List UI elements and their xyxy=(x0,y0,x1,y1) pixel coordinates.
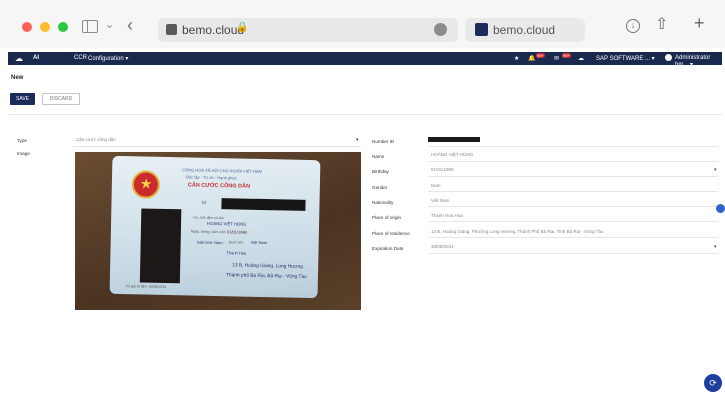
app-name: AI xyxy=(33,55,39,61)
place-of-origin-underline xyxy=(428,221,718,222)
share-icon[interactable]: ⇧ xyxy=(655,14,668,34)
cloud-icon[interactable]: ☁ xyxy=(578,55,584,62)
gender-label: Gender xyxy=(372,185,388,190)
name-field[interactable]: HOÀNG VIỆT HÙNG xyxy=(431,152,473,157)
id-card: CỘNG HOÀ XÃ HỘI CHỦ NGHĨA VIỆT NAM Độc l… xyxy=(109,155,321,299)
card-title: CĂN CƯỚC CÔNG DÂN xyxy=(187,182,251,190)
birthday-underline xyxy=(428,176,718,177)
card-id-label: Số xyxy=(201,199,207,205)
notification-badge: 99+ xyxy=(536,53,545,58)
gender-field[interactable]: Nam xyxy=(431,183,441,188)
plus-icon[interactable]: + xyxy=(694,13,705,34)
place-of-residence-field[interactable]: 13 B, Hoàng Giang, Phường Long Hương, Th… xyxy=(431,229,604,234)
place-of-origin-field[interactable]: Thanh Hóa Hoa xyxy=(431,213,463,218)
type-label: Type xyxy=(17,138,27,143)
number-id-label: Number ID xyxy=(372,139,395,144)
name-underline xyxy=(428,161,718,162)
card-id-redacted xyxy=(221,198,306,211)
expiration-date-underline xyxy=(428,253,718,254)
card-photo-redacted xyxy=(139,208,182,284)
address-bar[interactable]: bemo.cloud 🔒 xyxy=(158,18,458,42)
nationality-field[interactable]: Việt Nam xyxy=(431,198,449,203)
favorite-icon[interactable]: ★ xyxy=(514,55,519,62)
card-residence-1: 13 B, Hoàng Giang, Long Hương xyxy=(232,263,303,270)
site-favicon-icon xyxy=(166,24,177,35)
notification-icon[interactable]: 🔔 xyxy=(528,55,535,62)
app-shell-bar: ☁ AI CCR Configuration ▾ ★ 🔔 99+ ✉ 99+ ☁… xyxy=(8,52,722,68)
nationality-label: Nationality xyxy=(372,200,394,205)
browser-toolbar: ⌄ ‹ bemo.cloud 🔒 bemo.cloud ↓ ⇧ + xyxy=(0,0,725,48)
type-select-underline xyxy=(73,146,361,147)
card-nationality: Việt Nam xyxy=(250,239,268,246)
image-label: Image xyxy=(17,151,30,156)
shell-ccr[interactable]: CCR xyxy=(74,55,87,61)
number-id-redacted xyxy=(428,137,480,142)
number-id-underline xyxy=(428,146,718,147)
card-sex: Giới tính: Nam xyxy=(196,239,223,246)
place-of-origin-label: Place of origin xyxy=(372,215,402,220)
message-icon[interactable]: ✉ xyxy=(554,55,559,62)
page-root: ⌄ ‹ bemo.cloud 🔒 bemo.cloud ↓ ⇧ + ☁ AI C… xyxy=(0,0,725,403)
assistant-fab-button[interactable]: ⟳ xyxy=(704,374,722,392)
close-window-button[interactable] xyxy=(22,22,32,32)
type-select[interactable]: Căn cước công dân xyxy=(76,137,116,142)
company-selector[interactable]: SAP SOFTWARE ... ▾ xyxy=(596,55,655,62)
card-header-2: Độc lập - Tự do - Hạnh phúc xyxy=(185,174,237,181)
gender-underline xyxy=(428,191,718,192)
expiration-date-field[interactable]: 30/09/2034 xyxy=(431,244,454,249)
card-footer: Có giá trị đến: 30/09/2034 xyxy=(125,284,167,289)
page-menu-icon[interactable] xyxy=(434,23,447,36)
place-of-residence-label: Place of residence xyxy=(372,231,410,236)
national-emblem-icon xyxy=(131,170,161,199)
minimize-window-button[interactable] xyxy=(40,22,50,32)
type-dropdown-icon[interactable]: ▾ xyxy=(356,137,359,143)
user-avatar[interactable] xyxy=(665,54,672,61)
url-text: bemo.cloud xyxy=(182,23,245,37)
id-card-image[interactable]: CỘNG HOÀ XÃ HỘI CHỦ NGHĨA VIỆT NAM Độc l… xyxy=(75,152,361,310)
save-button[interactable]: SAVE xyxy=(10,93,35,105)
birthday-dropdown-icon[interactable]: ▾ xyxy=(714,167,717,173)
card-name-label: Họ, chữ đệm và tên xyxy=(193,215,224,221)
card-dob-label: Ngày, tháng, năm sinh xyxy=(190,229,226,235)
zoom-window-button[interactable] xyxy=(58,22,68,32)
name-label: Name xyxy=(372,154,385,159)
birthday-field[interactable]: 01/01/1990 xyxy=(431,167,454,172)
sidebar-toggle-icon[interactable] xyxy=(82,20,98,33)
scroll-indicator[interactable] xyxy=(716,204,725,213)
card-nationality-label: Quốc tịch xyxy=(228,240,244,245)
page-title: New xyxy=(11,75,24,81)
chevron-down-icon[interactable]: ⌄ xyxy=(105,18,114,31)
card-name: HOÀNG VIỆT HÙNG xyxy=(207,220,247,227)
birthday-label: Birthday xyxy=(372,169,389,174)
message-badge: 99+ xyxy=(562,53,571,58)
card-header-1: CỘNG HOÀ XÃ HỘI CHỦ NGHĨA VIỆT NAM xyxy=(182,167,262,174)
user-menu[interactable]: Administrator bm... ▾ xyxy=(675,55,722,68)
place-of-residence-underline xyxy=(428,237,718,238)
download-icon[interactable]: ↓ xyxy=(626,19,640,33)
card-dob: 01/01/1990 xyxy=(226,229,247,235)
tab-favicon-icon xyxy=(475,23,488,36)
app-logo-icon[interactable]: ☁ xyxy=(15,54,23,63)
browser-tab[interactable]: bemo.cloud xyxy=(465,18,585,42)
expiration-date-label: Expiration Date xyxy=(372,246,404,251)
back-arrow-icon[interactable]: ‹ xyxy=(127,15,133,36)
lock-icon: 🔒 xyxy=(236,22,249,33)
configuration-menu[interactable]: Configuration ▾ xyxy=(88,55,128,62)
nationality-underline xyxy=(428,206,718,207)
expiration-date-dropdown-icon[interactable]: ▾ xyxy=(714,244,717,250)
card-origin: Thanh Hóa xyxy=(226,250,247,256)
discard-button[interactable]: DISCARD xyxy=(42,93,80,105)
card-residence-2: Thành phố Bà Rịa, Bà Rịa - Vũng Tàu xyxy=(225,273,307,280)
tab-title: bemo.cloud xyxy=(493,23,556,37)
